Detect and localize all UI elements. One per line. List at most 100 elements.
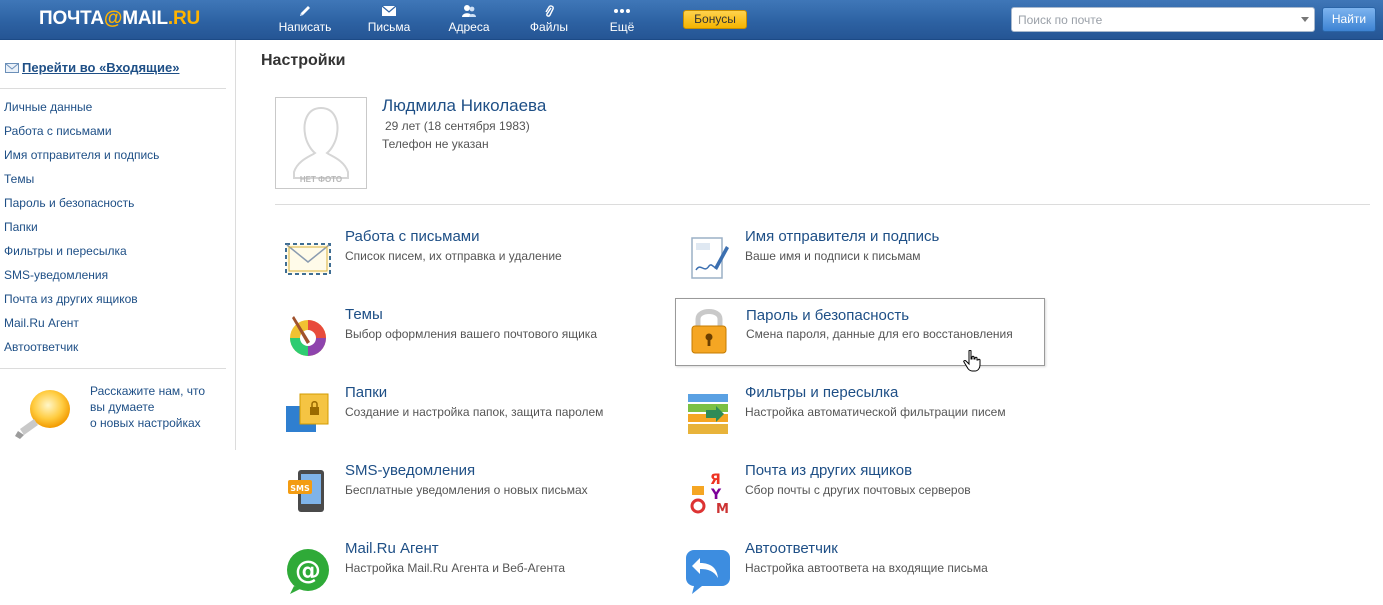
tile-other-mailboxes-desc: Сбор почты с других почтовых серверов xyxy=(745,483,971,497)
feedback-line-2: вы думаете xyxy=(90,400,155,414)
feedback-link[interactable]: Расскажите нам, что вы думаете о новых н… xyxy=(90,383,230,431)
tile-other-mailboxes[interactable]: Я Y M Почта из других ящиков Сбор почты … xyxy=(675,462,1045,530)
no-photo-label: НЕТ ФОТО xyxy=(299,175,343,184)
sidebar-item-themes[interactable]: Темы xyxy=(4,172,34,186)
feedback-line-1: Расскажите нам, что xyxy=(90,384,206,398)
sidebar-item-sms[interactable]: SMS-уведомления xyxy=(4,268,108,282)
mailru-logo[interactable]: ПОЧТА@MAIL.RU xyxy=(39,8,200,32)
go-to-inbox-label: Перейти во «Входящие» xyxy=(22,60,180,75)
tile-letters-desc: Список писем, их отправка и удаление xyxy=(345,249,562,263)
avatar[interactable]: НЕТ ФОТО xyxy=(275,97,367,189)
profile-phone: Телефон не указан xyxy=(382,137,489,151)
lightbulb-icon xyxy=(10,385,74,452)
tile-letters-title: Работа с письмами xyxy=(345,228,480,245)
sidebar-item-folders[interactable]: Папки xyxy=(4,220,38,234)
nav-files[interactable]: Файлы xyxy=(526,4,572,36)
logo-text-ru: .RU xyxy=(167,8,201,29)
gmail-letter: M xyxy=(716,502,729,516)
nav-letters-label: Письма xyxy=(367,20,411,34)
tile-filters-desc: Настройка автоматической фильтрации писе… xyxy=(745,405,1006,419)
tile-autoreply-desc: Настройка автоответа на входящие письма xyxy=(745,561,988,575)
nav-files-label: Файлы xyxy=(529,20,569,34)
svg-text:@: @ xyxy=(295,556,321,586)
tile-sender-signature[interactable]: Имя отправителя и подпись Ваше имя и под… xyxy=(675,228,1045,296)
mail-collector-icon: Я Y M xyxy=(684,468,732,517)
sidebar: Перейти во «Входящие» Личные данные Рабо… xyxy=(0,40,236,450)
logo-text: ПОЧТА xyxy=(39,8,104,29)
logo-at: @ xyxy=(103,8,123,29)
tile-letters[interactable]: Работа с письмами Список писем, их отпра… xyxy=(275,228,645,296)
envelope-icon xyxy=(362,4,416,19)
sidebar-item-other-mailboxes[interactable]: Почта из других ящиков xyxy=(4,292,138,306)
tile-sms-title: SMS-уведомления xyxy=(345,462,476,479)
search-input[interactable] xyxy=(1012,8,1292,31)
sidebar-item-personal-data[interactable]: Личные данные xyxy=(4,100,92,114)
sidebar-item-filters[interactable]: Фильтры и пересылка xyxy=(4,244,127,258)
tile-themes-desc: Выбор оформления вашего почтового ящика xyxy=(345,327,597,341)
tile-agent-desc: Настройка Mail.Ru Агента и Веб-Агента xyxy=(345,561,566,575)
tile-sms-desc: Бесплатные уведомления о новых письмах xyxy=(345,483,588,497)
agent-at-icon: @ xyxy=(284,546,332,594)
envelope-icon xyxy=(284,234,332,282)
search-box[interactable] xyxy=(1011,7,1315,32)
nav-compose[interactable]: Написать xyxy=(276,4,334,36)
nav-letters[interactable]: Письма xyxy=(362,4,416,36)
tile-security-desc: Смена пароля, данные для его восстановле… xyxy=(746,327,1013,341)
folders-icon xyxy=(284,390,332,438)
tile-sender-signature-desc: Ваше имя и подписи к письмам xyxy=(745,249,921,263)
sidebar-item-autoreply[interactable]: Автоответчик xyxy=(4,340,78,354)
hand-cursor-icon xyxy=(963,349,981,377)
nav-compose-label: Написать xyxy=(278,20,332,34)
nav-more[interactable]: Ещё xyxy=(604,4,640,36)
yahoo-letter: Y xyxy=(710,487,722,503)
more-dots-icon xyxy=(604,4,640,19)
contacts-icon xyxy=(444,4,494,19)
search-dropdown-icon[interactable] xyxy=(1301,17,1309,22)
logo-text-mail: MAIL xyxy=(122,8,168,29)
tile-agent[interactable]: @ Mail.Ru Агент Настройка Mail.Ru Агента… xyxy=(275,540,645,605)
autoreply-icon xyxy=(684,546,732,594)
page-title: Настройки xyxy=(261,52,346,69)
main-divider xyxy=(275,204,1370,205)
palette-icon xyxy=(284,312,332,360)
tile-sms[interactable]: SMS SMS-уведомления Бесплатные уведомлен… xyxy=(275,462,645,530)
nav-addresses[interactable]: Адреса xyxy=(444,4,494,36)
go-to-inbox-link[interactable]: Перейти во «Входящие» xyxy=(5,60,179,76)
tile-agent-title: Mail.Ru Агент xyxy=(345,540,439,557)
sidebar-item-agent[interactable]: Mail.Ru Агент xyxy=(4,316,79,330)
tile-sender-signature-title: Имя отправителя и подпись xyxy=(745,228,940,245)
tile-autoreply[interactable]: Автоответчик Настройка автоответа на вхо… xyxy=(675,540,1045,605)
nav-more-label: Ещё xyxy=(609,20,635,34)
sidebar-item-sender-signature[interactable]: Имя отправителя и подпись xyxy=(4,148,159,162)
tile-themes-title: Темы xyxy=(345,306,383,323)
svg-text:SMS: SMS xyxy=(290,484,310,493)
tile-security-title: Пароль и безопасность xyxy=(746,307,910,324)
sidebar-item-security[interactable]: Пароль и безопасность xyxy=(4,196,134,210)
tile-filters[interactable]: Фильтры и пересылка Настройка автоматиче… xyxy=(675,384,1045,452)
paperclip-icon xyxy=(526,4,572,19)
top-bar: ПОЧТА@MAIL.RU Написать Письма Адреса Фай… xyxy=(0,0,1383,40)
sms-phone-icon: SMS xyxy=(284,468,332,516)
sidebar-divider xyxy=(0,88,226,89)
sidebar-item-letters[interactable]: Работа с письмами xyxy=(4,124,112,138)
tile-folders-title: Папки xyxy=(345,384,388,401)
tile-security[interactable]: Пароль и безопасность Смена пароля, данн… xyxy=(675,298,1045,366)
tile-filters-title: Фильтры и пересылка xyxy=(745,384,899,401)
envelope-small-icon xyxy=(5,61,19,76)
tile-folders-desc: Создание и настройка папок, защита парол… xyxy=(345,405,604,419)
nav-addresses-label: Адреса xyxy=(448,20,490,34)
profile-age: 29 лет (18 сентября 1983) xyxy=(385,119,530,133)
signature-icon xyxy=(684,234,732,282)
pencil-icon xyxy=(276,4,334,19)
yandex-letter: Я xyxy=(710,472,721,488)
tile-themes[interactable]: Темы Выбор оформления вашего почтового я… xyxy=(275,306,645,374)
filter-stack-icon xyxy=(684,390,732,438)
tile-other-mailboxes-title: Почта из других ящиков xyxy=(745,462,913,479)
sidebar-divider-bottom xyxy=(0,368,226,369)
feedback-line-3: о новых настройках xyxy=(90,416,201,430)
tile-folders[interactable]: Папки Создание и настройка папок, защита… xyxy=(275,384,645,452)
profile-name[interactable]: Людмила Николаева xyxy=(382,96,546,116)
bonus-button[interactable]: Бонусы xyxy=(683,10,747,29)
find-button[interactable]: Найти xyxy=(1322,7,1376,32)
tile-autoreply-title: Автоответчик xyxy=(745,540,838,557)
